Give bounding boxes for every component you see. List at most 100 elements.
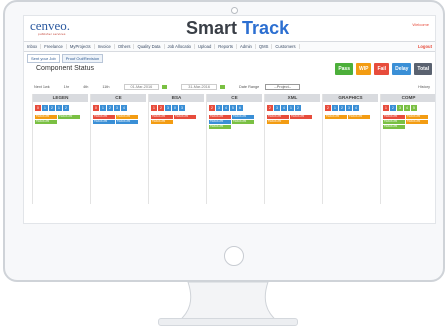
filter-4th[interactable]: 4th bbox=[83, 85, 88, 89]
job-card[interactable]: TRACK-PR bbox=[209, 115, 231, 119]
job-card[interactable]: TRACK-PR bbox=[383, 125, 405, 129]
count-badge[interactable]: 3 bbox=[274, 105, 280, 111]
count-badge[interactable]: 2 bbox=[209, 105, 215, 111]
count-badge[interactable]: 0 bbox=[172, 105, 178, 111]
card-list: TRACK-PR TRACK-PR TRACK-PR TRACK-PR TRACK-PR bbox=[381, 115, 435, 129]
column-header: XML bbox=[265, 94, 320, 102]
menu-item[interactable]: Invoice bbox=[95, 44, 115, 49]
app-title-suffix: Track bbox=[242, 18, 290, 38]
menu-item[interactable]: Admin bbox=[237, 44, 256, 49]
count-badge[interactable]: 2 bbox=[49, 105, 55, 111]
job-card[interactable]: TRACK-PR bbox=[116, 120, 138, 124]
tab-0[interactable]: Sent your Job bbox=[27, 54, 60, 63]
calendar-icon[interactable] bbox=[162, 84, 168, 89]
count-badge[interactable]: 1 bbox=[383, 105, 389, 111]
menu-item[interactable]: MyProjects bbox=[67, 44, 95, 49]
count-badge[interactable]: 3 bbox=[179, 105, 185, 111]
job-card[interactable]: TRACK-PR bbox=[209, 125, 231, 129]
monitor-frame: cenveo. publisher services Smart Track W… bbox=[3, 0, 445, 282]
job-card[interactable]: TRACK-PR bbox=[267, 115, 289, 119]
count-badge[interactable]: 3 bbox=[397, 105, 403, 111]
count-badge[interactable]: 2 bbox=[295, 105, 301, 111]
count-badge[interactable]: 4 bbox=[223, 105, 229, 111]
count-badge[interactable]: 2 bbox=[107, 105, 113, 111]
tab-1[interactable]: Proof Out/Revision bbox=[61, 54, 104, 63]
filter-next-week[interactable]: Next 1wk bbox=[34, 85, 50, 89]
job-card[interactable]: TRACK-PR bbox=[325, 115, 347, 119]
menu-item[interactable]: Quality Data bbox=[134, 44, 165, 49]
date-to-input[interactable]: 31-Mar-2016 bbox=[181, 83, 218, 90]
job-card[interactable]: TRACK-PR bbox=[232, 120, 254, 124]
filter-1hr[interactable]: 1hr bbox=[64, 85, 70, 89]
status-button[interactable]: Delay bbox=[392, 63, 412, 75]
job-card[interactable]: TRACK-PR bbox=[348, 115, 370, 119]
count-badge[interactable]: 0 bbox=[35, 105, 41, 111]
column-header: LEGEN bbox=[33, 94, 88, 102]
status-button[interactable]: Total bbox=[414, 63, 432, 75]
count-badge[interactable]: 0 bbox=[93, 105, 99, 111]
app-header: cenveo. publisher services Smart Track W… bbox=[24, 16, 435, 41]
menu-item[interactable]: Freelance bbox=[41, 44, 67, 49]
menu-item[interactable]: Inbox bbox=[24, 44, 42, 49]
job-card[interactable]: TRACK-PR bbox=[151, 115, 173, 119]
job-card[interactable]: TRACK-PR bbox=[232, 115, 254, 119]
history-link[interactable]: History bbox=[418, 85, 430, 89]
status-legend: Pass WIP Fail Delay Total bbox=[335, 63, 432, 75]
job-card[interactable]: TRACK-PR bbox=[209, 120, 231, 124]
job-card[interactable]: TRACK-PR bbox=[406, 115, 428, 119]
count-badge[interactable]: 2 bbox=[267, 105, 273, 111]
calendar-icon[interactable] bbox=[220, 84, 226, 89]
logout-link[interactable]: Logout bbox=[415, 44, 435, 49]
count-badge[interactable]: 1 bbox=[151, 105, 157, 111]
count-badge[interactable]: 1 bbox=[42, 105, 48, 111]
count-badge[interactable]: 2 bbox=[63, 105, 69, 111]
count-badge[interactable]: 3 bbox=[165, 105, 171, 111]
status-button[interactable]: Pass bbox=[335, 63, 353, 75]
count-badge[interactable]: 1 bbox=[100, 105, 106, 111]
menu-item[interactable]: Job Allocatio bbox=[165, 44, 196, 49]
count-row: 12303 bbox=[149, 105, 204, 111]
menu-item[interactable]: QMS bbox=[256, 44, 273, 49]
count-badge[interactable]: 2 bbox=[390, 105, 396, 111]
count-badge[interactable]: 2 bbox=[158, 105, 164, 111]
count-badge[interactable]: 1 bbox=[288, 105, 294, 111]
count-badge[interactable]: 3 bbox=[346, 105, 352, 111]
project-select[interactable]: --Project-- bbox=[265, 83, 301, 90]
date-from-input[interactable]: 01-Mar-2016 bbox=[123, 83, 160, 90]
job-card[interactable]: TRACK-PR bbox=[35, 120, 57, 124]
count-badge[interactable]: 5 bbox=[230, 105, 236, 111]
count-badge[interactable]: 4 bbox=[281, 105, 287, 111]
count-badge[interactable]: 2 bbox=[339, 105, 345, 111]
menu-item[interactable]: Reports bbox=[215, 44, 237, 49]
job-card[interactable]: TRACK-PR bbox=[383, 115, 405, 119]
job-card[interactable]: TRACK-PR bbox=[93, 115, 115, 119]
count-badge[interactable]: 4 bbox=[404, 105, 410, 111]
menu-item[interactable]: Customers bbox=[272, 44, 300, 49]
job-card[interactable]: TRACK-PR bbox=[406, 120, 428, 124]
status-button[interactable]: WIP bbox=[356, 63, 372, 75]
count-badge[interactable]: 3 bbox=[216, 105, 222, 111]
count-badge[interactable]: 3 bbox=[114, 105, 120, 111]
menu-item[interactable]: Upload bbox=[195, 44, 216, 49]
job-card[interactable]: TRACK-PR bbox=[290, 115, 312, 119]
app-title: Smart Track bbox=[186, 18, 289, 39]
status-button[interactable]: Fail bbox=[374, 63, 390, 75]
job-card[interactable]: TRACK-PR bbox=[58, 115, 80, 119]
menu-item[interactable]: Others bbox=[115, 44, 135, 49]
job-card[interactable]: TRACK-PR bbox=[267, 120, 289, 124]
job-card[interactable]: TRACK-PR bbox=[116, 115, 138, 119]
count-badge[interactable]: 1 bbox=[332, 105, 338, 111]
job-card[interactable]: TRACK-PR bbox=[383, 120, 405, 124]
count-badge[interactable]: 1 bbox=[56, 105, 62, 111]
job-card[interactable]: TRACK-PR bbox=[151, 120, 173, 124]
filter-11th[interactable]: 11th bbox=[102, 85, 109, 89]
count-row: 23456 bbox=[207, 105, 262, 111]
job-card[interactable]: TRACK-PR bbox=[174, 115, 196, 119]
count-badge[interactable]: 4 bbox=[121, 105, 127, 111]
count-badge[interactable]: 2 bbox=[325, 105, 331, 111]
count-badge[interactable]: 6 bbox=[237, 105, 243, 111]
count-badge[interactable]: 4 bbox=[353, 105, 359, 111]
job-card[interactable]: TRACK-PR bbox=[35, 115, 57, 119]
job-card[interactable]: TRACK-PR bbox=[93, 120, 115, 124]
count-badge[interactable]: 5 bbox=[411, 105, 417, 111]
